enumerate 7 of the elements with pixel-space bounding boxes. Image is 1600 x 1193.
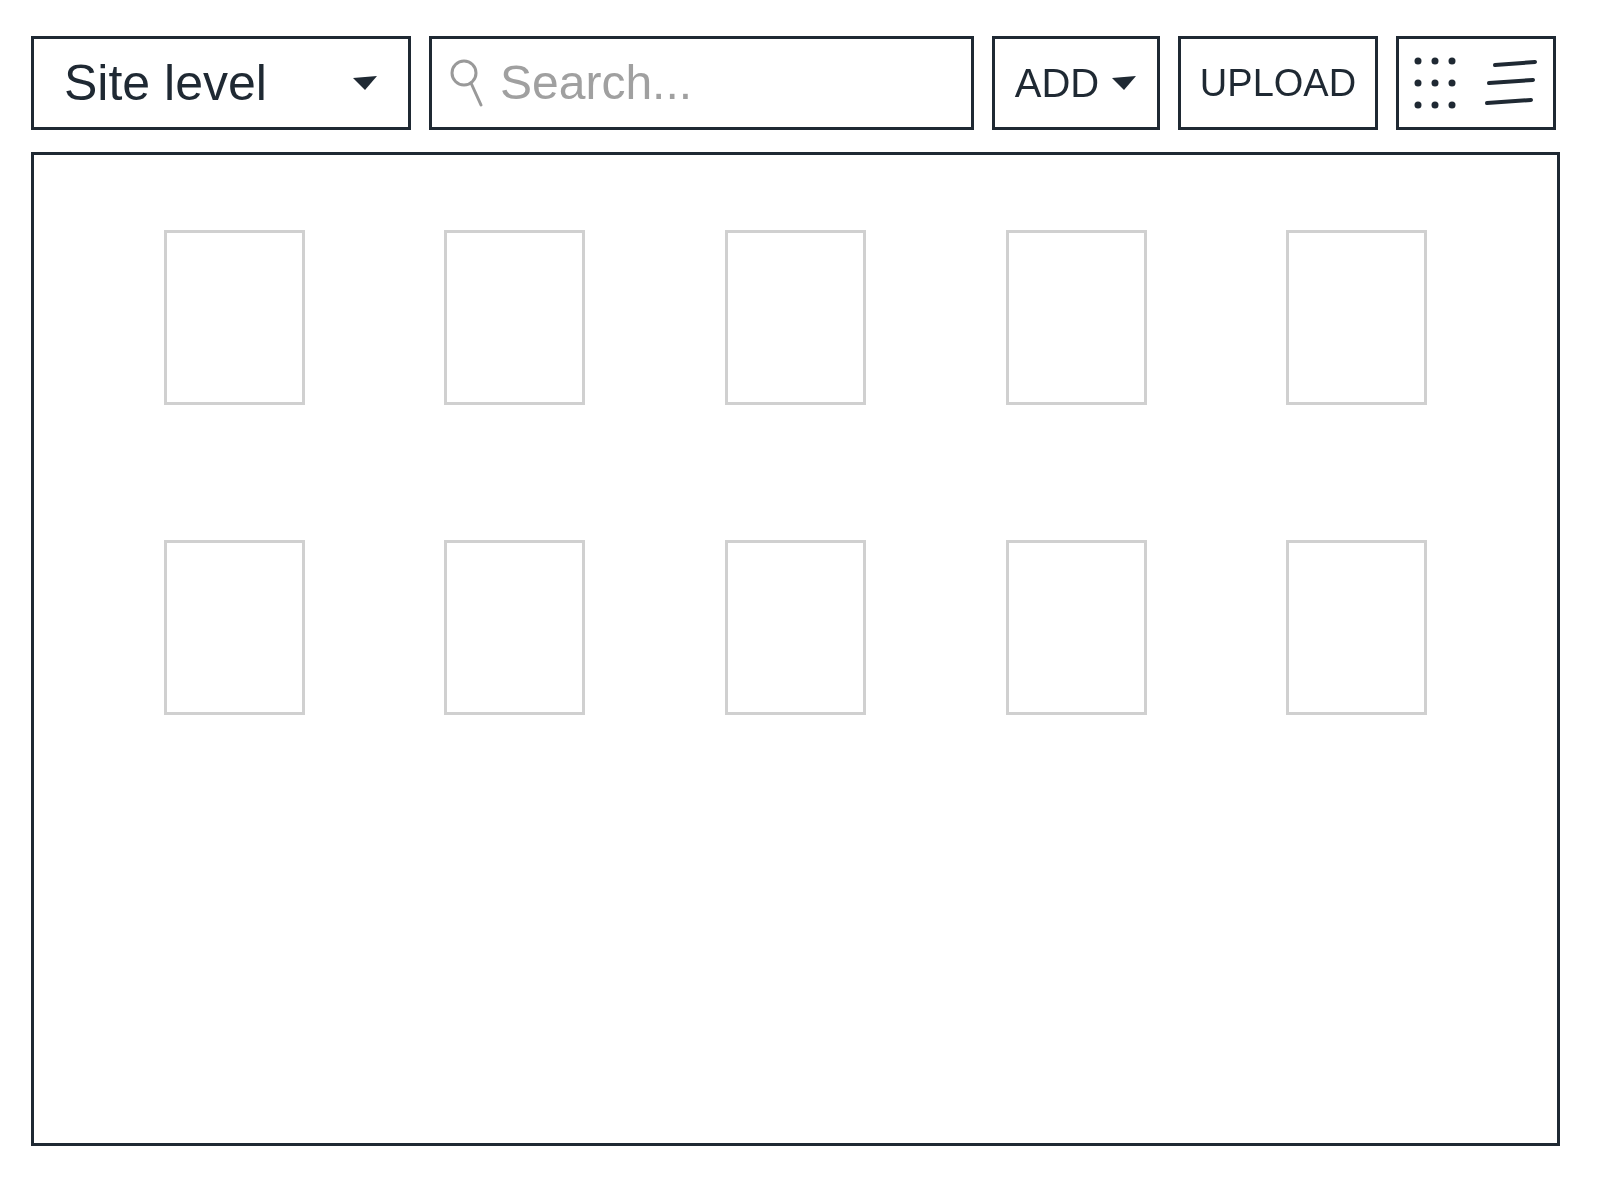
add-button[interactable]: ADD [992, 36, 1160, 130]
list-view-icon[interactable] [1483, 59, 1539, 107]
upload-button[interactable]: UPLOAD [1178, 36, 1378, 130]
caret-icon [352, 75, 378, 91]
search-field[interactable]: Search... [429, 36, 974, 130]
caret-icon [1111, 75, 1138, 91]
scope-dropdown[interactable]: Site level [31, 36, 411, 130]
